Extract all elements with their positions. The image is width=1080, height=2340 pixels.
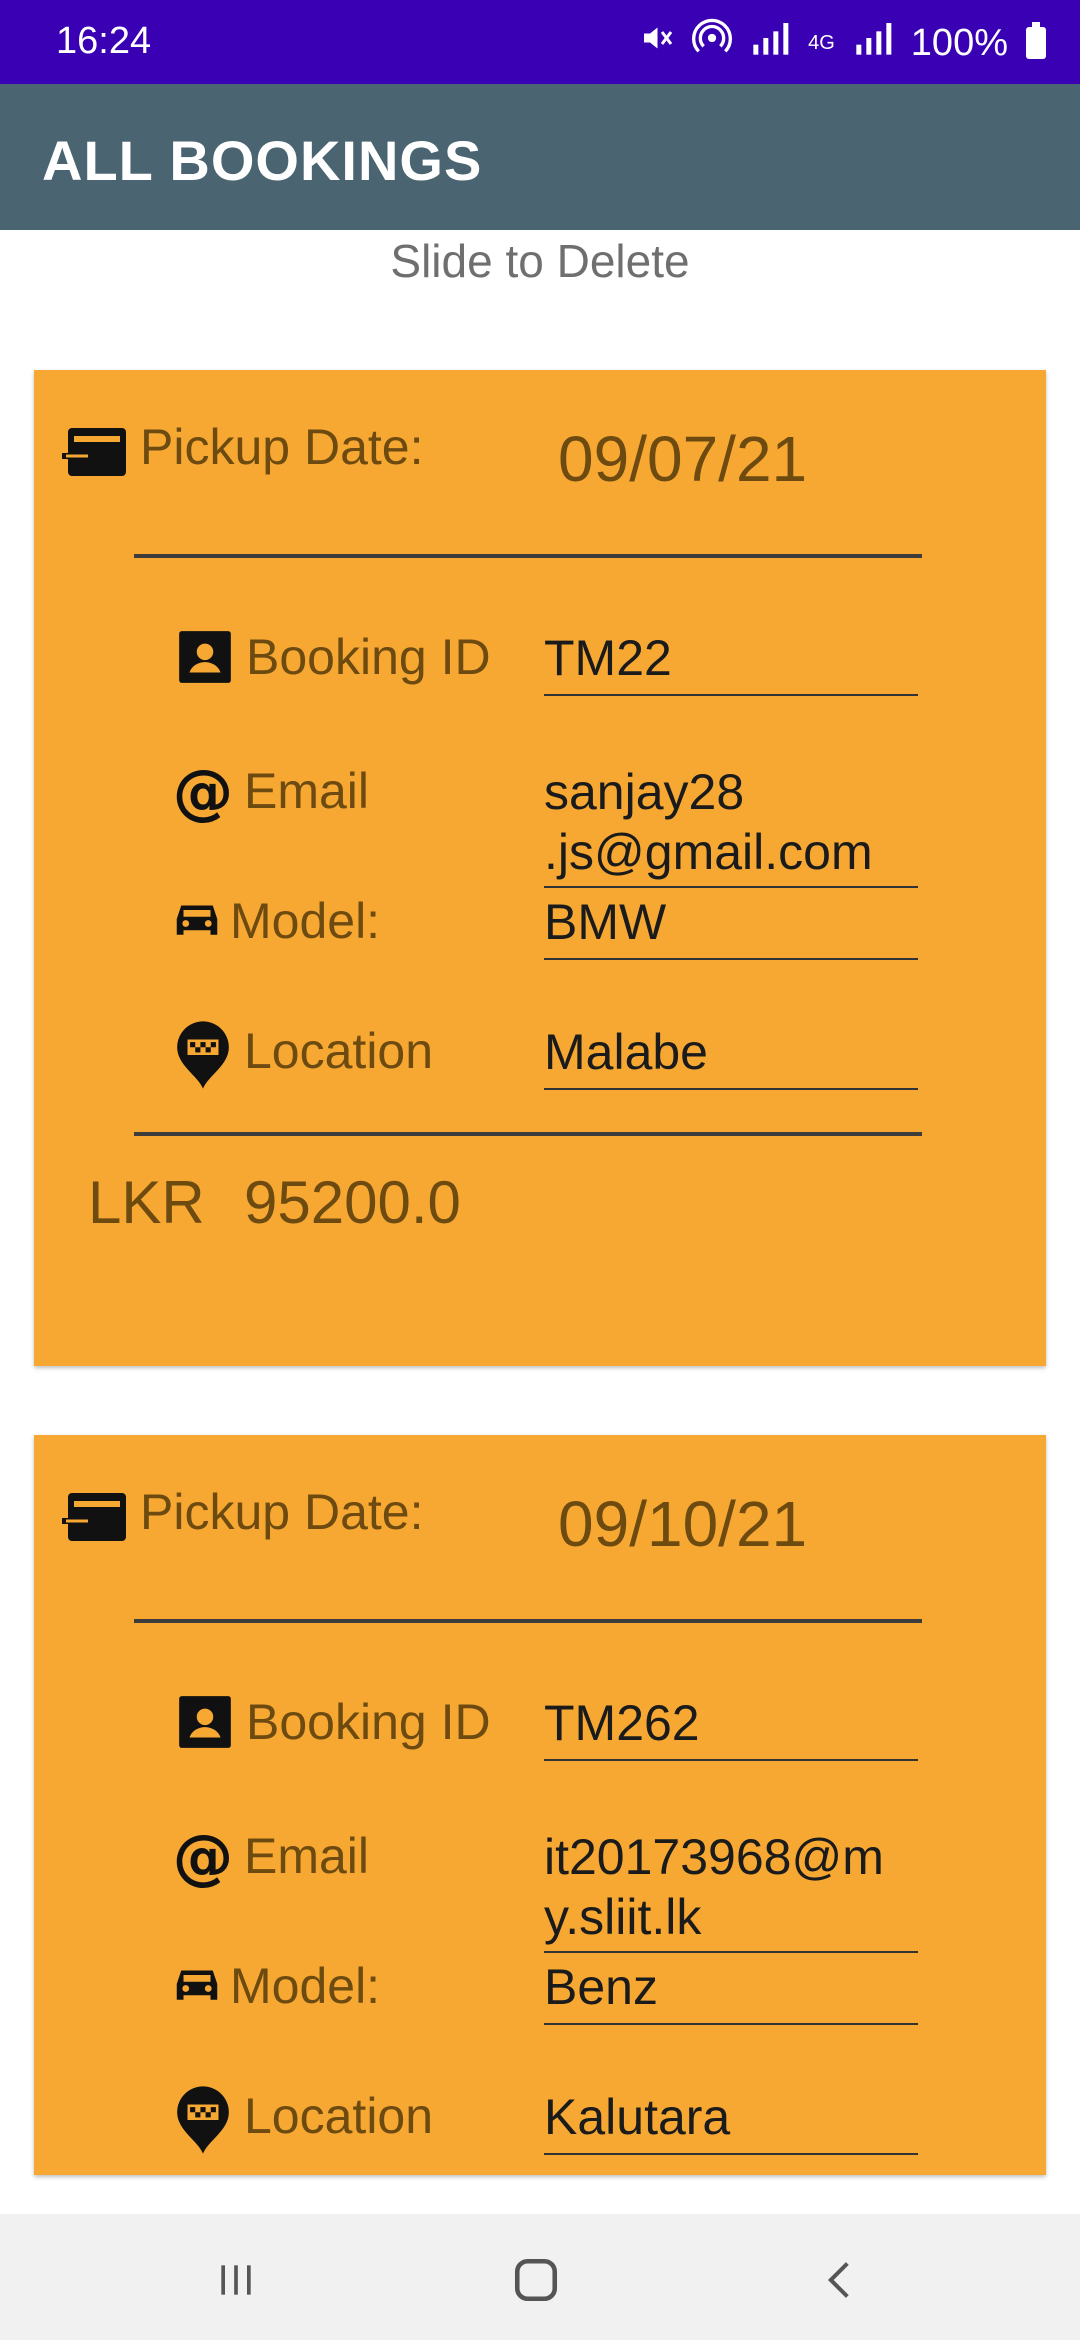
status-bar: 16:24 4G 100% (0, 0, 1080, 84)
model-label: Model: (230, 893, 381, 949)
recent-apps-icon (221, 2265, 251, 2295)
calendar-card-icon (60, 1487, 130, 1547)
contact-icon (174, 626, 236, 688)
booking-card[interactable]: Pickup Date: 09/07/21 Booking ID TM22 @ … (34, 370, 1046, 1366)
email-label: Email (244, 1828, 370, 1884)
pickup-date-value: 09/10/21 (558, 1488, 808, 1560)
model-value: Benz (544, 1959, 658, 2015)
booking-id-value: TM262 (544, 1695, 700, 1751)
signal-icon-2 (853, 20, 893, 66)
booking-id-label: Booking ID (246, 629, 491, 685)
at-icon: @ (170, 1822, 234, 1892)
svg-text:@: @ (173, 1825, 234, 1891)
email-value-line1: sanjay28 (544, 764, 745, 820)
at-icon: @ (170, 757, 234, 827)
mute-icon (638, 20, 674, 66)
status-time: 16:24 (56, 20, 152, 62)
page-title: ALL BOOKINGS (42, 129, 483, 192)
email-value-line2: y.sliit.lk (544, 1889, 702, 1945)
underline (544, 2023, 918, 2025)
underline (544, 886, 918, 888)
model-label: Model: (230, 1958, 381, 2014)
location-value: Malabe (544, 1024, 708, 1080)
battery-icon (1026, 22, 1046, 59)
battery-percent: 100% (910, 21, 1008, 64)
signal-icon (750, 20, 790, 66)
underline (544, 1088, 918, 1090)
divider (134, 1619, 922, 1623)
back-button[interactable] (810, 2250, 870, 2310)
location-value: Kalutara (544, 2089, 731, 2145)
booking-card[interactable]: Pickup Date: 09/10/21 Booking ID TM262 @… (34, 1435, 1046, 2175)
network-type: 4G (808, 32, 835, 54)
price-value: 95200.0 (244, 1169, 461, 1236)
divider (134, 1132, 922, 1136)
calendar-card-icon (60, 422, 130, 482)
location-label: Location (244, 2088, 434, 2144)
divider (134, 554, 922, 558)
car-icon (170, 1957, 232, 2019)
status-icons: 4G 100% (638, 18, 1046, 68)
map-pin-icon (172, 1018, 234, 1089)
svg-text:@: @ (173, 760, 234, 826)
booking-id-label: Booking ID (246, 1694, 491, 1750)
email-label: Email (244, 763, 370, 819)
back-icon (827, 2262, 849, 2298)
booking-id-value: TM22 (544, 630, 672, 686)
hotspot-icon (692, 18, 733, 68)
pickup-date-label: Pickup Date: (140, 419, 424, 475)
model-value: BMW (544, 894, 667, 950)
home-icon (514, 2258, 558, 2302)
home-button[interactable] (506, 2250, 566, 2310)
pickup-date-value: 09/07/21 (558, 423, 808, 495)
system-nav-bar (0, 2214, 1080, 2340)
underline (544, 1759, 918, 1761)
underline (544, 2153, 918, 2155)
price-currency: LKR (88, 1169, 205, 1236)
underline (544, 1951, 918, 1953)
app-bar: ALL BOOKINGS (0, 84, 1080, 230)
contact-icon (174, 1691, 236, 1753)
underline (544, 958, 918, 960)
pickup-date-label: Pickup Date: (140, 1484, 424, 1540)
map-pin-icon (172, 2083, 234, 2154)
email-value-line1: it20173968@m (544, 1829, 884, 1885)
car-icon (170, 892, 232, 954)
location-label: Location (244, 1023, 434, 1079)
underline (544, 694, 918, 696)
slide-to-delete-hint: Slide to Delete (390, 235, 690, 287)
email-value-line2: .js@gmail.com (544, 824, 873, 880)
recent-apps-button[interactable] (206, 2250, 266, 2310)
